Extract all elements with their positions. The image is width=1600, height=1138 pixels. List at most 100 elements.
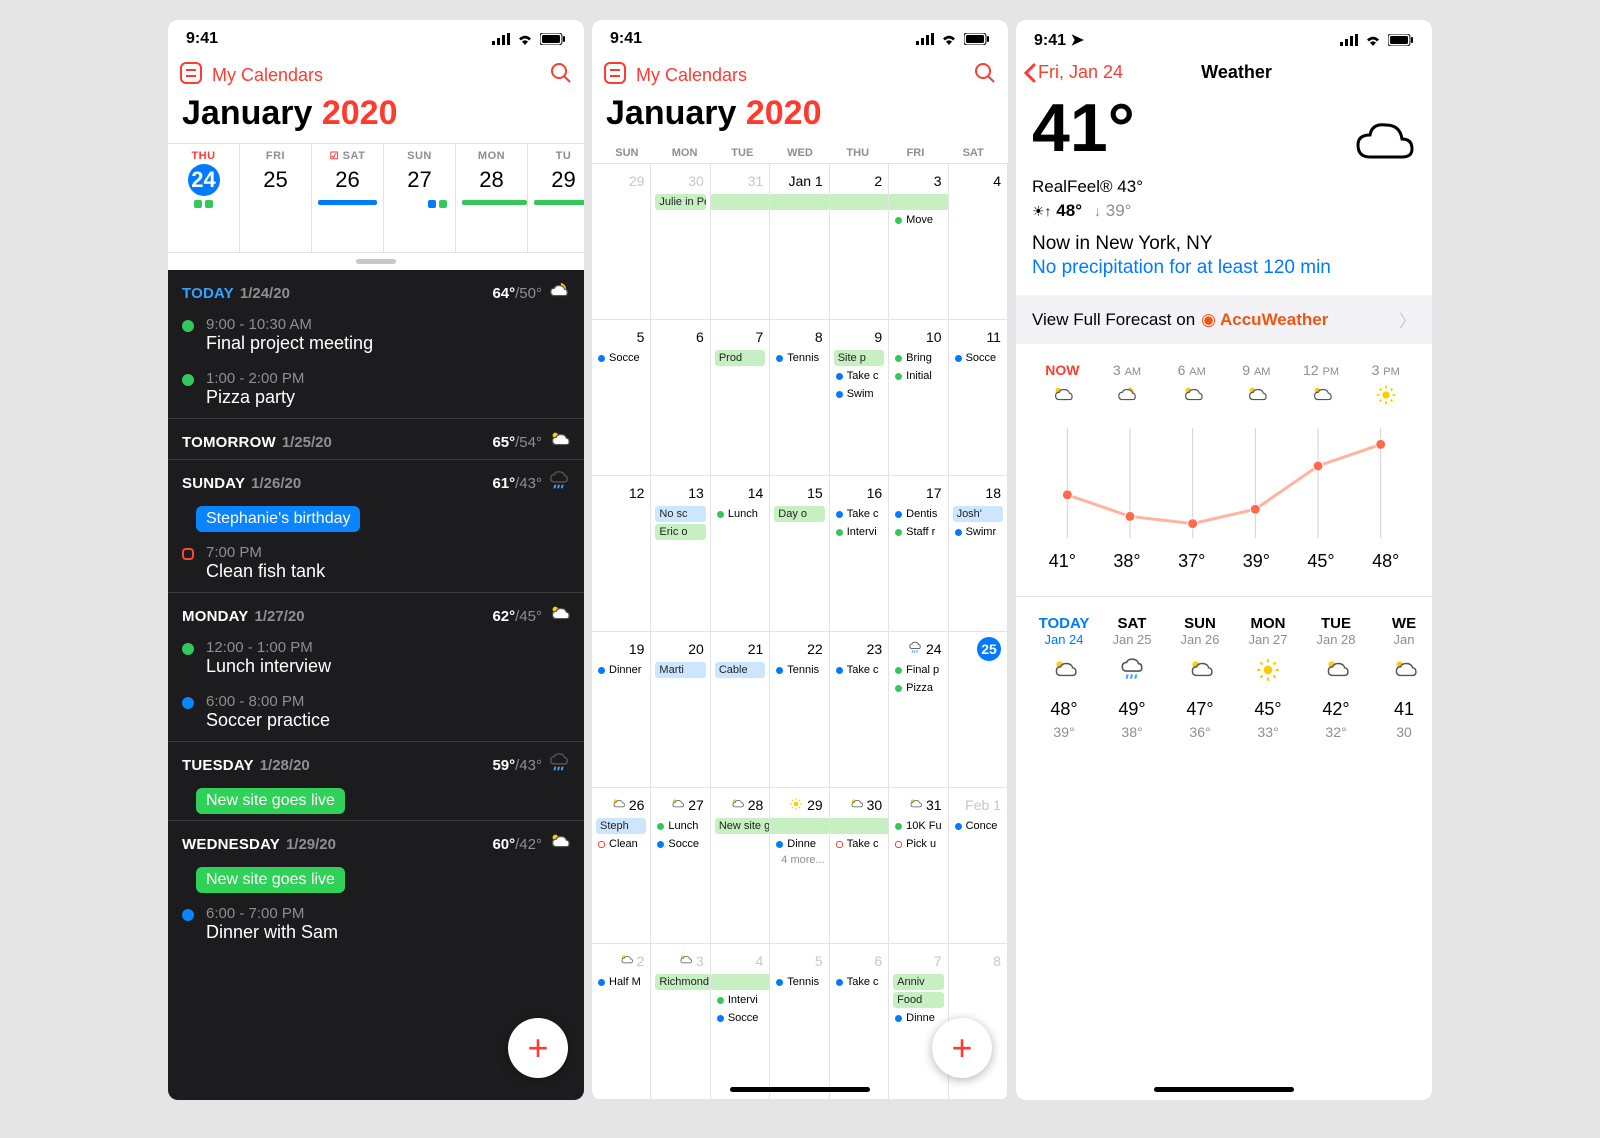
month-day[interactable]: 29: [592, 164, 651, 320]
month-event[interactable]: Dinne: [893, 1010, 943, 1026]
month-event[interactable]: Prod: [715, 350, 765, 366]
nav-title[interactable]: My Calendars: [636, 65, 747, 86]
month-day[interactable]: 2Half M: [592, 944, 651, 1100]
month-day[interactable]: 2: [830, 164, 889, 320]
add-button[interactable]: +: [508, 1018, 568, 1078]
month-day[interactable]: 30Take c: [830, 788, 889, 944]
add-button[interactable]: +: [932, 1018, 992, 1078]
search-icon[interactable]: [974, 62, 996, 89]
month-day[interactable]: 27LunchSocce: [651, 788, 710, 944]
daily-day[interactable]: TODAYJan 2448°39°: [1030, 615, 1098, 740]
month-event[interactable]: Swim: [834, 386, 884, 402]
month-day[interactable]: 28New site goes live: [711, 788, 770, 944]
month-event[interactable]: Cable: [715, 662, 765, 678]
month-day[interactable]: 5Socce: [592, 320, 651, 476]
month-event[interactable]: Julie in Portland: [655, 194, 705, 210]
month-day[interactable]: 16Take cIntervi: [830, 476, 889, 632]
month-day[interactable]: 14Lunch: [711, 476, 770, 632]
agenda-event[interactable]: 6:00 - 8:00 PMSoccer practice: [168, 687, 584, 741]
month-event[interactable]: Socce: [655, 836, 705, 852]
agenda-event[interactable]: 6:00 - 7:00 PMDinner with Sam: [168, 899, 584, 953]
month-event[interactable]: Bring: [893, 350, 943, 366]
month-day[interactable]: 20Marti: [651, 632, 710, 788]
month-event[interactable]: Dentis: [893, 506, 943, 522]
agenda-day-header[interactable]: TOMORROW1/25/2065°/54°: [168, 419, 584, 459]
menu-icon[interactable]: [604, 62, 626, 89]
month-event[interactable]: Richmond: [655, 974, 710, 990]
month-event[interactable]: Take c: [834, 368, 884, 384]
month-event[interactable]: Dinne: [774, 836, 824, 852]
agenda-day-header[interactable]: TODAY1/24/2064°/50°: [168, 270, 584, 310]
month-event[interactable]: Initial: [893, 368, 943, 384]
month-day[interactable]: 7AnnivFoodDinne: [889, 944, 948, 1100]
precip-link[interactable]: No precipitation for at least 120 min: [1016, 255, 1432, 295]
agenda-day-header[interactable]: WEDNESDAY1/29/2060°/42°: [168, 821, 584, 861]
month-event[interactable]: Conce: [953, 818, 1003, 834]
week-day[interactable]: SUN27: [384, 144, 456, 252]
nav-title[interactable]: My Calendars: [212, 65, 323, 86]
month-day[interactable]: 23Take c: [830, 632, 889, 788]
month-event[interactable]: [711, 194, 770, 210]
month-day[interactable]: 26StephClean: [592, 788, 651, 944]
month-day[interactable]: 6: [651, 320, 710, 476]
agenda-day-header[interactable]: MONDAY1/27/2062°/45°: [168, 593, 584, 633]
month-event[interactable]: Josh': [953, 506, 1003, 522]
allday-event[interactable]: New site goes live: [196, 788, 345, 814]
month-event[interactable]: Final p: [893, 662, 943, 678]
month-event[interactable]: Marti: [655, 662, 705, 678]
agenda-event[interactable]: 9:00 - 10:30 AMFinal project meeting: [168, 310, 584, 364]
month-event[interactable]: Pizza: [893, 680, 943, 696]
agenda-event[interactable]: 7:00 PMClean fish tank: [168, 538, 584, 592]
month-event[interactable]: Take c: [834, 974, 884, 990]
month-event[interactable]: Tennis: [774, 662, 824, 678]
month-day[interactable]: 9Site pTake cSwim: [830, 320, 889, 476]
month-day[interactable]: 3Richmond: [651, 944, 710, 1100]
week-day[interactable]: TU29: [528, 144, 584, 252]
week-strip[interactable]: THU24FRI25☑ SAT26SUN27MON28TU29: [168, 143, 584, 253]
daily-day[interactable]: SATJan 2549°38°: [1098, 615, 1166, 740]
daily-day[interactable]: MONJan 2745°33°: [1234, 615, 1302, 740]
allday-event[interactable]: Stephanie's birthday: [196, 506, 360, 532]
week-day[interactable]: MON28: [456, 144, 528, 252]
month-event[interactable]: [770, 194, 829, 210]
more-indicator[interactable]: 4 more...: [774, 854, 824, 866]
month-day[interactable]: 10BringInitial: [889, 320, 948, 476]
month-day[interactable]: 4: [949, 164, 1008, 320]
month-event[interactable]: Take c: [834, 836, 884, 852]
month-day[interactable]: 31: [711, 164, 770, 320]
month-event[interactable]: Day o: [774, 506, 824, 522]
month-event[interactable]: Steph: [596, 818, 646, 834]
month-day[interactable]: 3110K FuPick u: [889, 788, 948, 944]
month-day[interactable]: 4InterviSocce: [711, 944, 770, 1100]
month-event[interactable]: Tennis: [774, 350, 824, 366]
home-indicator[interactable]: [1154, 1087, 1294, 1092]
month-event[interactable]: Site p: [834, 350, 884, 366]
month-day[interactable]: 13No scEric o: [651, 476, 710, 632]
month-day[interactable]: 15Day o: [770, 476, 829, 632]
month-day[interactable]: 7Prod: [711, 320, 770, 476]
month-day[interactable]: 29Dinne4 more...: [770, 788, 829, 944]
month-event[interactable]: Pick u: [893, 836, 943, 852]
month-event[interactable]: [889, 194, 948, 210]
month-event[interactable]: 10K Fu: [893, 818, 943, 834]
daily-day[interactable]: WEJan4130: [1370, 615, 1432, 740]
month-day[interactable]: 12: [592, 476, 651, 632]
agenda-event[interactable]: 12:00 - 1:00 PMLunch interview: [168, 633, 584, 687]
search-icon[interactable]: [550, 62, 572, 89]
pull-handle[interactable]: [356, 259, 396, 264]
agenda-event[interactable]: 1:00 - 2:00 PMPizza party: [168, 364, 584, 418]
month-day[interactable]: 5Tennis: [770, 944, 829, 1100]
month-day[interactable]: 30Julie in Portland: [651, 164, 710, 320]
home-indicator[interactable]: [730, 1087, 870, 1092]
allday-event[interactable]: New site goes live: [196, 867, 345, 893]
agenda-list[interactable]: TODAY1/24/2064°/50°9:00 - 10:30 AMFinal …: [168, 270, 584, 1100]
month-day[interactable]: 25: [949, 632, 1008, 788]
month-day[interactable]: Feb 1Conce: [949, 788, 1008, 944]
forecast-link[interactable]: View Full Forecast on ◉ AccuWeather 〉: [1016, 295, 1432, 344]
month-day[interactable]: 11Socce: [949, 320, 1008, 476]
month-day[interactable]: 17DentisStaff r: [889, 476, 948, 632]
month-event[interactable]: [711, 974, 770, 990]
agenda-day-header[interactable]: SUNDAY1/26/2061°/43°: [168, 460, 584, 500]
month-day[interactable]: Jan 1: [770, 164, 829, 320]
agenda-day-header[interactable]: TUESDAY1/28/2059°/43°: [168, 742, 584, 782]
